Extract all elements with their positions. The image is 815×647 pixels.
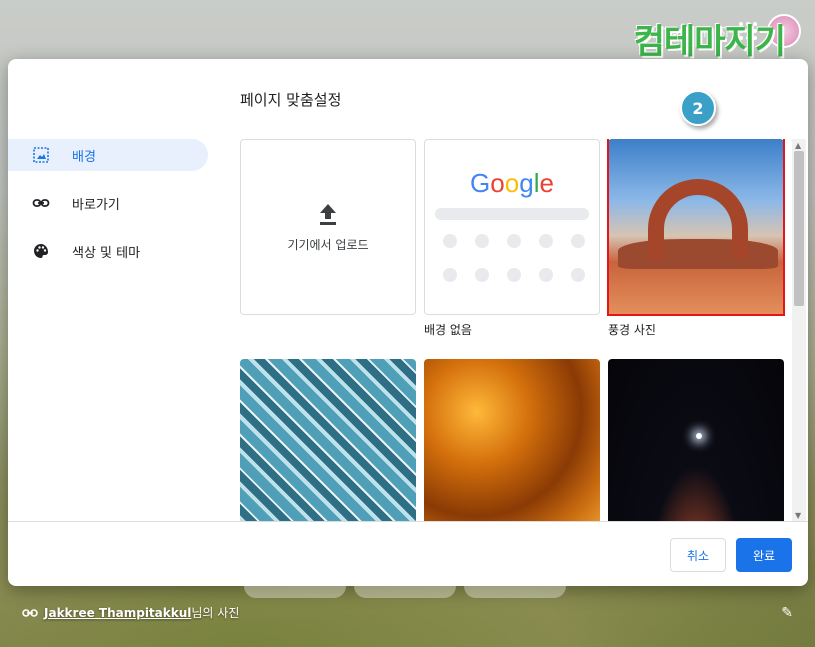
star-shape	[696, 433, 702, 439]
edit-pencil-icon[interactable]: ✎	[781, 605, 793, 621]
sidebar-item-label: 배경	[72, 149, 96, 165]
sidebar-item-shortcuts[interactable]: 바로가기	[8, 187, 208, 219]
step-badge: 2	[680, 90, 716, 126]
watermark-logo: 컴테마지기	[633, 22, 786, 62]
scroll-thumb[interactable]	[794, 151, 804, 306]
sidebar-item-background[interactable]: 배경	[8, 139, 208, 171]
texture-tile[interactable]	[424, 359, 600, 522]
no-background-tile[interactable]: Google	[424, 139, 600, 315]
scroll-down-arrow-icon[interactable]: ▼	[795, 511, 801, 520]
upload-label: 기기에서 업로드	[287, 237, 369, 252]
landscape-tile[interactable]	[608, 139, 784, 315]
space-tile[interactable]	[608, 359, 784, 522]
scrollbar[interactable]: ▲ ▼	[792, 139, 806, 522]
palette-icon	[34, 244, 49, 258]
dialog-title: 페이지 맞춤설정	[240, 91, 342, 109]
background-grid: 기기에서 업로드 Google 배경 없음 풍경 사진	[240, 139, 792, 522]
upload-icon	[320, 203, 336, 225]
credit-author[interactable]: Jakkree Thampitakkul	[44, 606, 191, 620]
link-icon	[32, 199, 50, 207]
dialog-footer: 취소 완료	[8, 521, 808, 586]
architecture-tile[interactable]	[240, 359, 416, 522]
no-background-label: 배경 없음	[424, 323, 472, 337]
cancel-button[interactable]: 취소	[670, 538, 727, 572]
search-bar-preview	[435, 208, 589, 220]
sidebar-item-color-theme[interactable]: 색상 및 테마	[8, 235, 208, 267]
scroll-up-arrow-icon[interactable]: ▲	[795, 141, 801, 150]
photo-credit[interactable]: Jakkree Thampitakkul님의 사진	[22, 604, 239, 621]
customize-dialog: 페이지 맞춤설정 배경 바로가기 색상 및 테마 기기에서 업로드 Google…	[8, 59, 808, 586]
google-logo: Google	[470, 168, 554, 198]
sidebar-nav: 배경 바로가기 색상 및 테마	[8, 139, 208, 283]
landscape-label: 풍경 사진	[608, 323, 656, 337]
shortcut-dots-preview	[443, 234, 585, 282]
credit-suffix: 님의 사진	[191, 606, 240, 620]
sidebar-item-label: 바로가기	[72, 197, 120, 213]
sidebar-item-label: 색상 및 테마	[72, 245, 141, 261]
done-button[interactable]: 완료	[736, 538, 793, 572]
hidden-buttons-behind-dialog	[244, 586, 566, 598]
image-icon	[33, 147, 49, 163]
link-icon	[22, 608, 38, 617]
upload-tile[interactable]: 기기에서 업로드	[240, 139, 416, 315]
arch-shape	[648, 179, 748, 259]
